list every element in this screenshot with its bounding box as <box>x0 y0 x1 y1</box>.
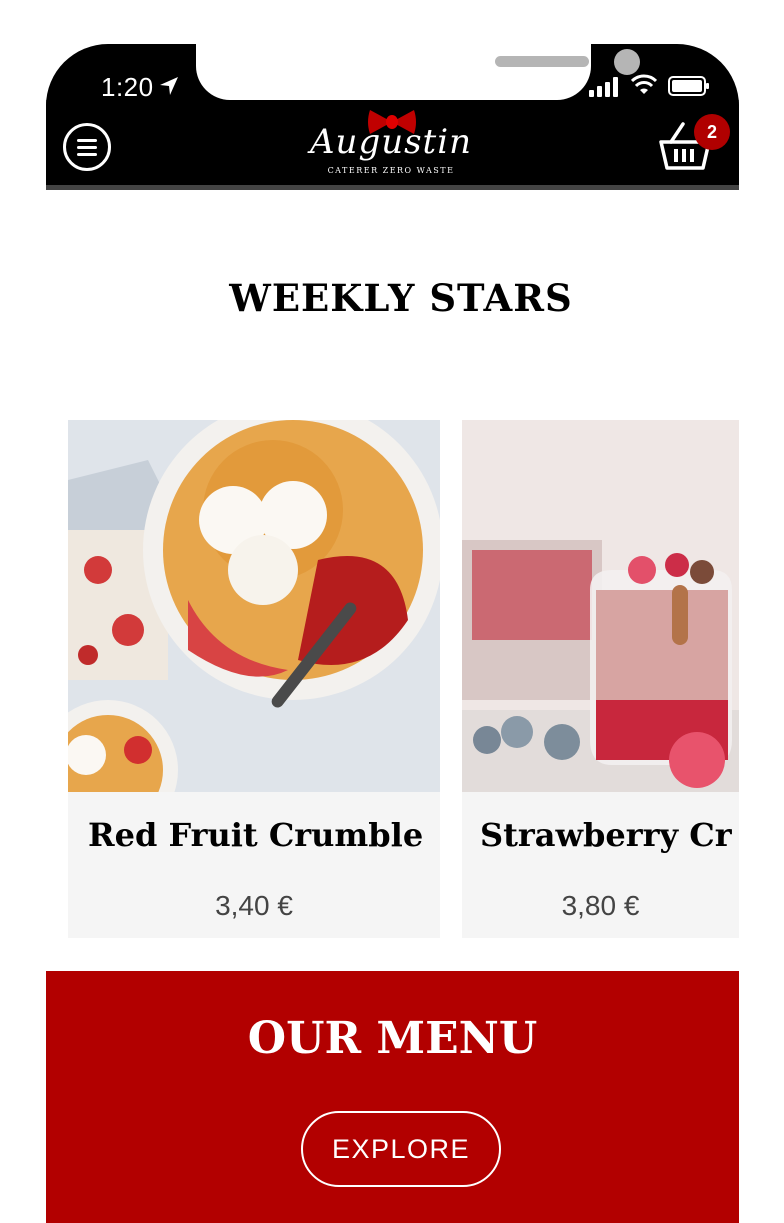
product-price: 3,40 € <box>215 890 293 921</box>
strawberry-dessert-jar-photo <box>462 420 739 792</box>
cart-count-badge: 2 <box>694 114 730 150</box>
red-fruit-crumble-photo <box>68 420 440 792</box>
our-menu-banner: OUR MENU EXPLORE <box>46 971 739 1223</box>
speaker-grille <box>495 56 589 67</box>
logo-wordmark: Augustin <box>310 122 472 162</box>
product-name: Red Fruit Crumble <box>88 816 424 854</box>
phone-notch <box>196 44 640 100</box>
brand-logo[interactable]: Augustin CATERER ZERO WASTE <box>306 108 476 182</box>
hamburger-icon-line <box>77 146 97 149</box>
product-card-strawberry[interactable]: Strawberry Cr 3,80 € <box>462 420 739 938</box>
hamburger-icon-line <box>77 139 97 142</box>
section-title-weekly-stars: WEEKLY STARS <box>229 276 573 320</box>
phone-screen: 1:20 Augustin CATERER ZERO WASTE 2 WEEKL… <box>46 44 739 1223</box>
location-arrow-icon <box>160 77 178 95</box>
hamburger-icon-line <box>77 153 97 156</box>
menu-section-title: OUR MENU <box>247 1013 538 1064</box>
product-name: Strawberry Cr <box>480 816 732 854</box>
battery-icon <box>668 76 709 96</box>
logo-tagline: CATERER ZERO WASTE <box>327 166 455 175</box>
hamburger-menu-button[interactable] <box>63 123 111 171</box>
product-price: 3,80 € <box>561 890 640 921</box>
header-divider <box>46 185 739 190</box>
status-time: 1:20 <box>101 72 154 102</box>
wifi-icon <box>631 74 657 94</box>
explore-button[interactable]: EXPLORE <box>301 1111 501 1187</box>
cellular-signal-icon <box>589 77 618 97</box>
product-card-red-fruit-crumble[interactable]: Red Fruit Crumble 3,40 € <box>68 420 440 938</box>
front-camera <box>614 49 640 75</box>
